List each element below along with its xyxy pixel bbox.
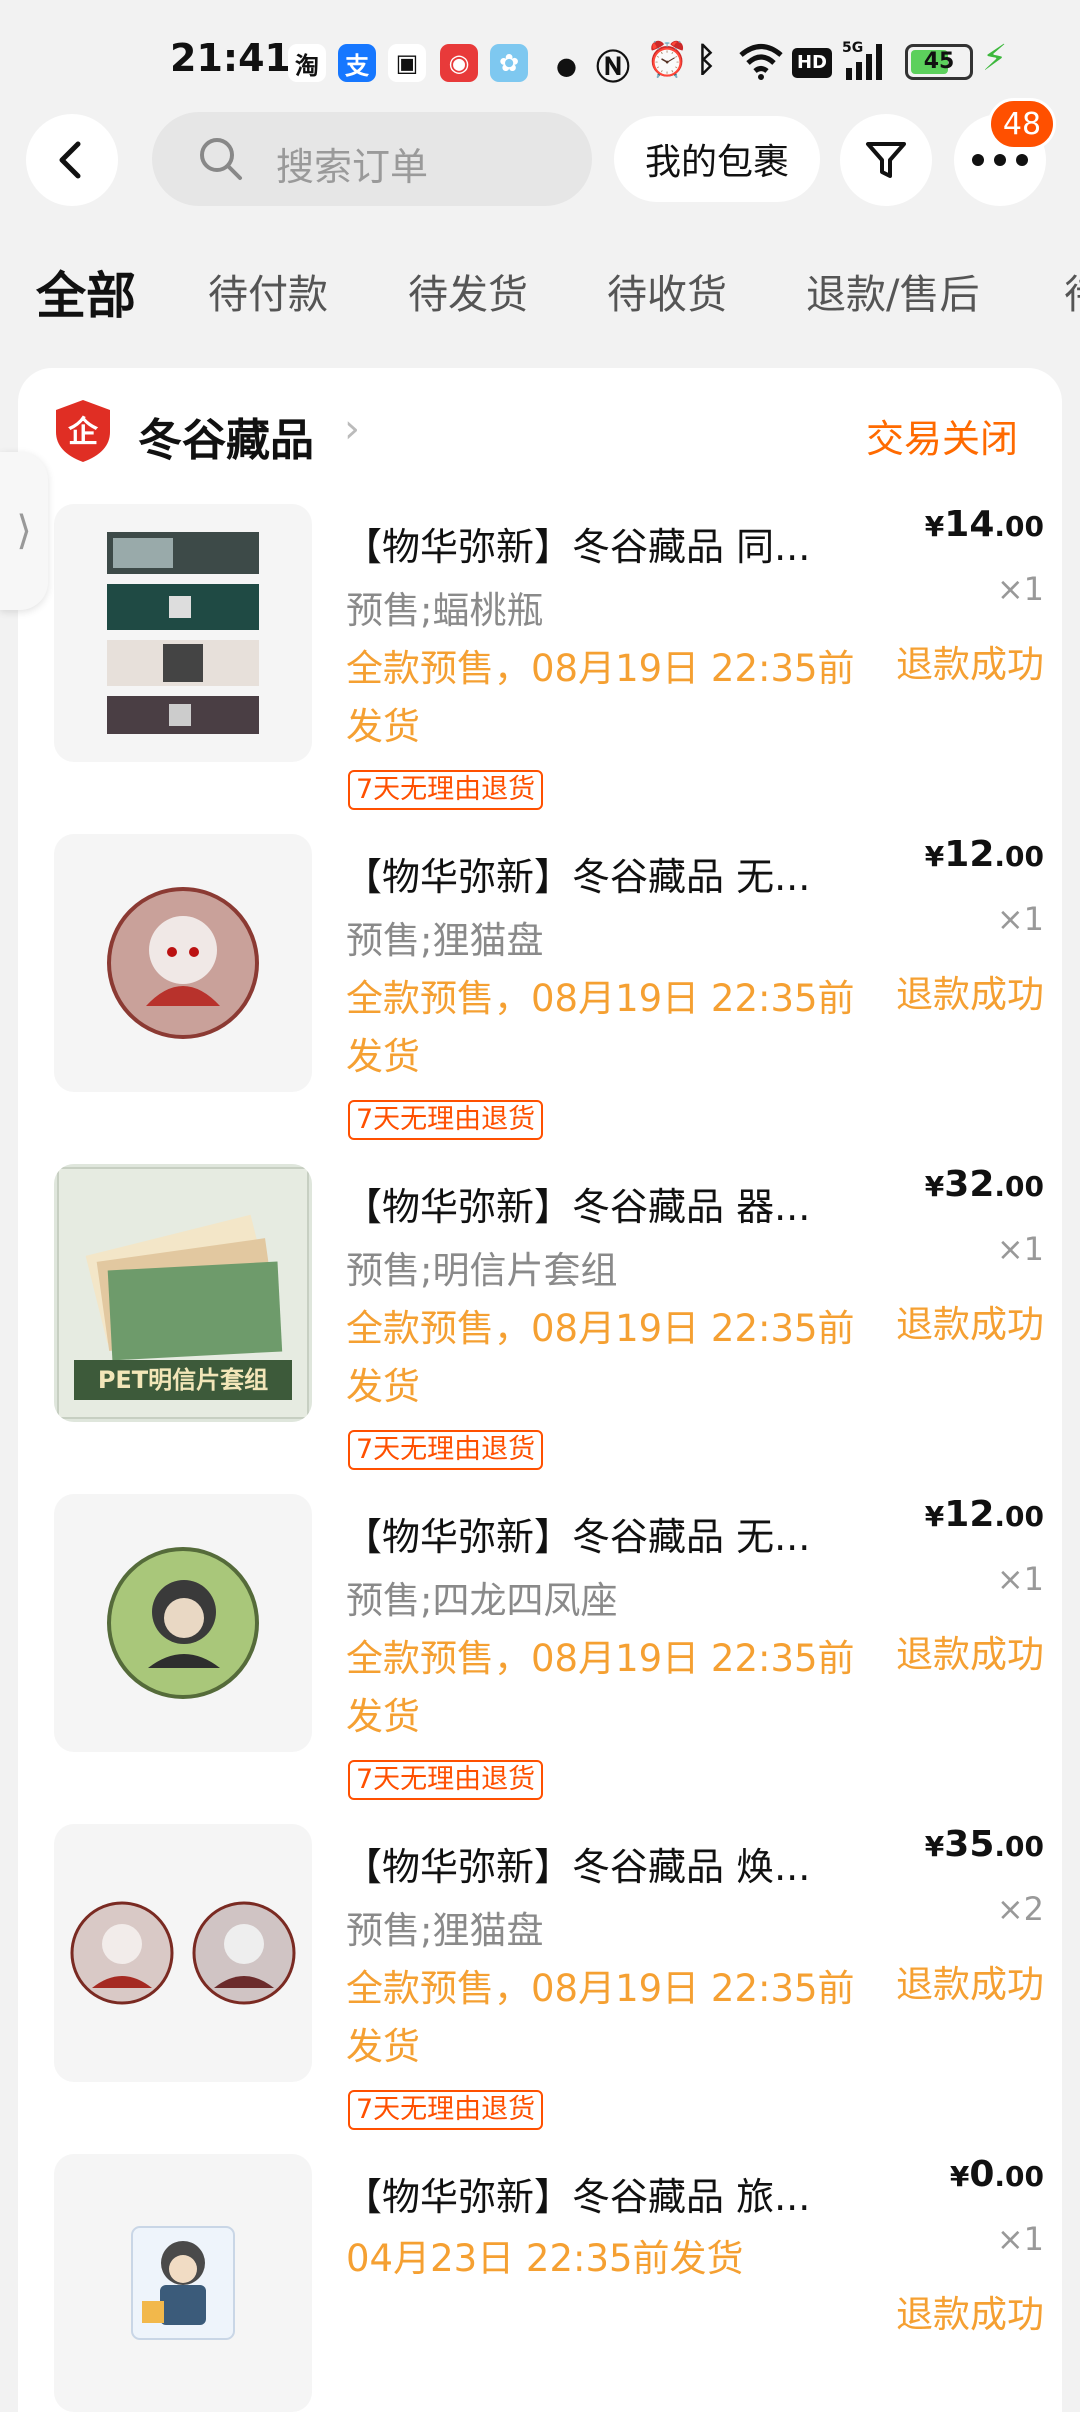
product-sku: 预售;明信片套组	[346, 1249, 618, 1292]
battery-icon: 45	[905, 44, 973, 80]
tab-pending-receipt[interactable]: 待收货	[607, 262, 727, 320]
shop-name[interactable]: 冬谷藏品	[138, 404, 314, 468]
product-quantity: ×1	[996, 1230, 1044, 1268]
refund-status[interactable]: 退款成功	[896, 2284, 1044, 2338]
return-policy-tag: 7天无理由退货	[348, 1100, 544, 1140]
status-time: 21:41	[170, 36, 291, 80]
product-thumbnail[interactable]	[54, 504, 312, 762]
product-quantity: ×2	[996, 1890, 1044, 1928]
product-price: ¥32.00	[924, 1164, 1044, 1205]
shipping-info: 全款预售，08月19日 22:35前发货	[346, 1307, 855, 1408]
product-thumbnail[interactable]	[54, 1494, 312, 1752]
alarm-icon: ⏰	[646, 40, 689, 80]
shipping-info: 全款预售，08月19日 22:35前发货	[346, 1967, 855, 2068]
search-input[interactable]: 搜索订单	[152, 112, 592, 206]
product-title[interactable]: 【物华弥新】冬谷藏品 同...	[344, 516, 844, 571]
product-thumbnail[interactable]	[54, 1824, 312, 2082]
thumb-caption: PET明信片套组	[97, 1366, 269, 1394]
tab-pending-review[interactable]: 待	[1064, 262, 1080, 320]
shipping-info: 全款预售，08月19日 22:35前发货	[346, 647, 855, 748]
netease-music-icon: ◉	[440, 44, 478, 82]
tab-pending-shipment[interactable]: 待发货	[408, 262, 528, 320]
nfc-icon: Ⓝ	[596, 48, 630, 88]
product-title[interactable]: 【物华弥新】冬谷藏品 旅...	[344, 2166, 844, 2221]
header: 搜索订单 我的包裹 48	[0, 98, 1080, 210]
order-item[interactable]: 【物华弥新】冬谷藏品 无... 预售;狸猫盘全款预售，08月19日 22:35前发…	[54, 834, 1044, 1140]
shipping-info: 全款预售，08月19日 22:35前发货	[346, 1637, 855, 1738]
product-quantity: ×1	[996, 2220, 1044, 2258]
message-count-badge: 48	[988, 98, 1056, 150]
product-sku: 预售;狸猫盘	[346, 1909, 544, 1952]
product-quantity: ×1	[996, 570, 1044, 608]
rabbit-app-icon: ✿	[490, 44, 528, 82]
search-placeholder: 搜索订单	[276, 145, 429, 189]
battery-level: 45	[923, 49, 955, 74]
enterprise-shield-icon: 企	[56, 400, 110, 462]
product-quantity: ×1	[996, 900, 1044, 938]
product-thumbnail[interactable]: PET明信片套组	[54, 1164, 312, 1422]
order-item[interactable]: 【物华弥新】冬谷藏品 同... 预售;蝠桃瓶全款预售，08月19日 22:35前发…	[54, 504, 1044, 810]
bilibili-icon: ▣	[388, 44, 426, 82]
my-packages-button[interactable]: 我的包裹	[614, 116, 820, 202]
order-card[interactable]: 企 冬谷藏品 › 交易关闭 【物华弥新】冬谷藏品 同... 预售;蝠桃瓶全款预售，…	[18, 368, 1062, 2412]
refund-status[interactable]: 退款成功	[896, 1954, 1044, 2008]
filter-button[interactable]	[840, 114, 932, 206]
product-price: ¥0.00	[949, 2154, 1044, 2195]
product-title[interactable]: 【物华弥新】冬谷藏品 无...	[344, 846, 844, 901]
charging-icon: ⚡	[982, 38, 1008, 79]
chevron-right-icon: ⟩	[16, 508, 32, 554]
tab-all[interactable]: 全部	[36, 256, 136, 328]
dot-icon: ●	[556, 52, 577, 80]
signal-icon: 5G	[842, 40, 882, 80]
return-policy-tag: 7天无理由退货	[348, 2090, 544, 2130]
order-tabs: 全部 待付款 待发货 待收货 退款/售后 待	[0, 262, 1080, 332]
product-quantity: ×1	[996, 1560, 1044, 1598]
product-sku: 预售;四龙四凤座	[346, 1579, 618, 1622]
search-icon	[200, 138, 242, 180]
product-title[interactable]: 【物华弥新】冬谷藏品 焕...	[344, 1836, 844, 1891]
return-policy-tag: 7天无理由退货	[348, 1760, 544, 1800]
product-price: ¥12.00	[924, 834, 1044, 875]
svg-text:企: 企	[68, 415, 99, 450]
product-price: ¥14.00	[924, 504, 1044, 545]
shop-header[interactable]: 企 冬谷藏品 › 交易关闭	[54, 398, 1044, 468]
status-bar: 21:41 淘支 ▣ ◉ ✿ ● Ⓝ ⏰ ᛒ HD 5G 45 ⚡	[0, 0, 1080, 110]
product-thumbnail[interactable]	[54, 2154, 312, 2412]
product-sku: 预售;狸猫盘	[346, 919, 544, 962]
order-item[interactable]: PET明信片套组 【物华弥新】冬谷藏品 器... 预售;明信片套组全款预售，08月1…	[54, 1164, 1044, 1470]
order-item[interactable]: 【物华弥新】冬谷藏品 无... 预售;四龙四凤座全款预售，08月19日 22:35…	[54, 1494, 1044, 1800]
shipping-info: 04月23日 22:35前发货	[346, 2237, 744, 2280]
refund-status[interactable]: 退款成功	[896, 634, 1044, 688]
product-price: ¥12.00	[924, 1494, 1044, 1535]
refund-status[interactable]: 退款成功	[896, 1294, 1044, 1348]
back-button[interactable]	[26, 114, 118, 206]
svg-text:5G: 5G	[842, 40, 863, 56]
product-sku: 预售;蝠桃瓶	[346, 589, 544, 632]
side-drawer-handle[interactable]: ⟩	[0, 452, 48, 610]
tab-pending-payment[interactable]: 待付款	[208, 262, 328, 320]
filter-icon	[866, 142, 906, 178]
shipping-info: 全款预售，08月19日 22:35前发货	[346, 977, 855, 1078]
bluetooth-icon: ᛒ	[696, 40, 717, 80]
order-status: 交易关闭	[865, 417, 1018, 461]
product-title[interactable]: 【物华弥新】冬谷藏品 无...	[344, 1506, 844, 1561]
chevron-right-icon: ›	[344, 406, 360, 452]
product-price: ¥35.00	[924, 1824, 1044, 1865]
taobao-icon: 淘	[288, 44, 326, 82]
return-policy-tag: 7天无理由退货	[348, 1430, 544, 1470]
refund-status[interactable]: 退款成功	[896, 964, 1044, 1018]
product-title[interactable]: 【物华弥新】冬谷藏品 器...	[344, 1176, 844, 1231]
wifi-icon	[739, 44, 783, 80]
alipay-icon: 支	[338, 44, 376, 82]
hd-icon: HD	[792, 48, 832, 78]
more-dots-icon	[972, 154, 1028, 166]
order-item[interactable]: 【物华弥新】冬谷藏品 焕... 预售;狸猫盘全款预售，08月19日 22:35前发…	[54, 1824, 1044, 2130]
return-policy-tag: 7天无理由退货	[348, 770, 544, 810]
tab-refund-after-sale[interactable]: 退款/售后	[806, 262, 979, 320]
order-item[interactable]: 【物华弥新】冬谷藏品 旅... 04月23日 22:35前发货 ¥0.00 ×1 退款成…	[54, 2154, 1044, 2412]
refund-status[interactable]: 退款成功	[896, 1624, 1044, 1678]
back-arrow-icon	[59, 141, 81, 179]
product-thumbnail[interactable]	[54, 834, 312, 1092]
